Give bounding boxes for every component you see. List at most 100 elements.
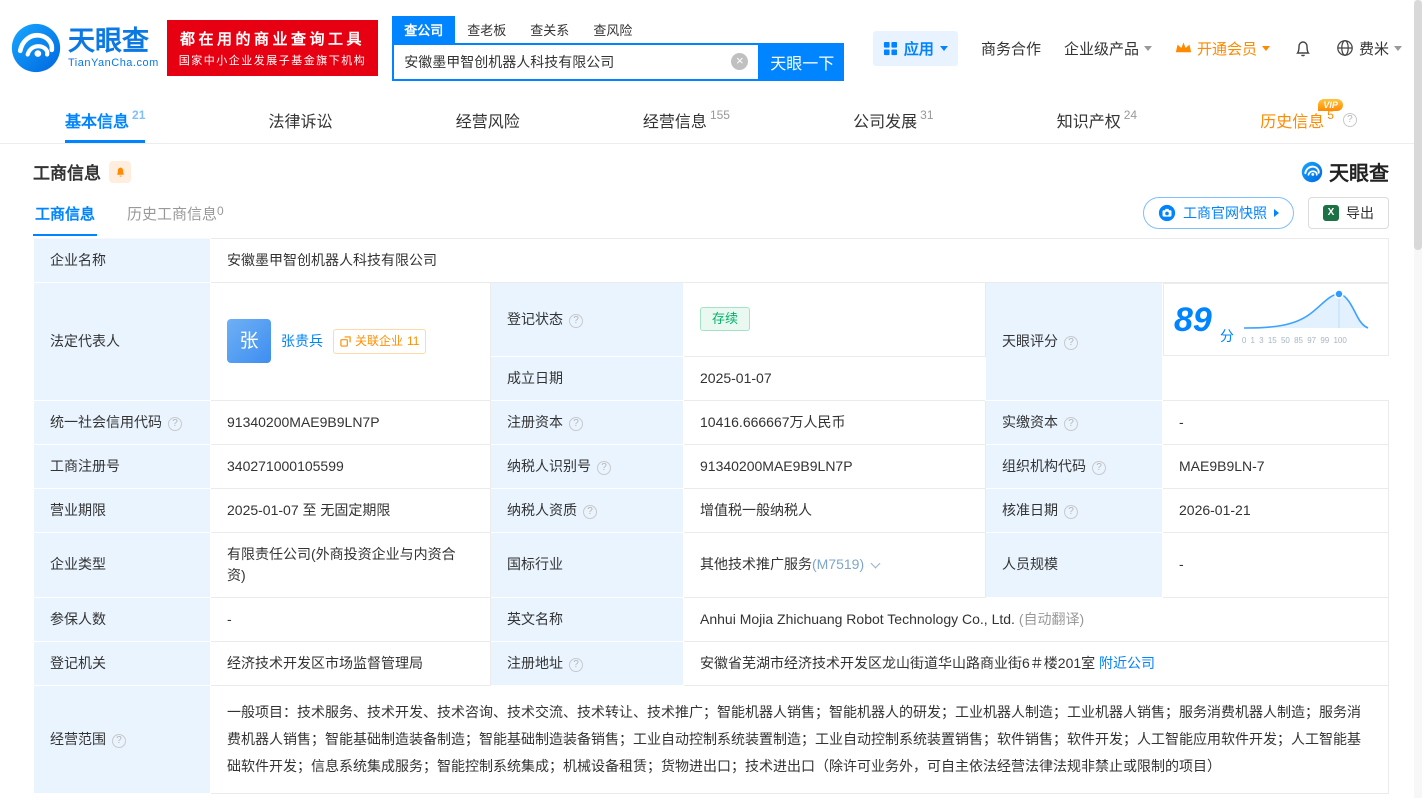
tab-company-development[interactable]: 公司发展 31: [853, 96, 933, 143]
subscribe-bell-button[interactable]: [109, 161, 131, 183]
user-menu[interactable]: 费米: [1336, 38, 1402, 59]
company-nav-tabs: 基本信息 21 法律诉讼 经营风险 经营信息 155 公司发展 31 知识产权 …: [0, 96, 1422, 144]
tab-company-development-label: 公司发展: [853, 108, 917, 132]
field-tax-quality-label: 纳税人资质: [491, 488, 684, 532]
help-icon[interactable]: [1343, 113, 1357, 127]
field-term-label: 营业期限: [34, 488, 211, 532]
search-button[interactable]: 天眼一下: [760, 43, 844, 81]
related-companies-label: 关联企业: [355, 331, 403, 352]
help-icon[interactable]: [1064, 505, 1078, 519]
field-english-name-value: Anhui Mojia Zhichuang Robot Technology C…: [684, 597, 1389, 641]
tab-operating-risk[interactable]: 经营风险: [456, 96, 520, 143]
score-number: 89: [1174, 303, 1212, 337]
field-staff-size-label: 人员规模: [986, 532, 1163, 597]
english-name-text: Anhui Mojia Zhichuang Robot Technology C…: [700, 611, 1015, 627]
field-paid-capital-value: -: [1163, 400, 1389, 444]
nearby-companies-link[interactable]: 附近公司: [1099, 655, 1155, 671]
tab-basic-info-label: 基本信息: [65, 108, 129, 132]
table-row: 企业类型 有限责任公司(外商投资企业与内资合资) 国标行业 其他技术推广服务(M…: [34, 532, 1389, 597]
help-icon[interactable]: [569, 658, 583, 672]
chevron-down-icon[interactable]: [871, 559, 881, 569]
notifications-button[interactable]: [1293, 38, 1313, 58]
field-tax-quality-value: 增值税一般纳税人: [684, 488, 986, 532]
related-companies-tag[interactable]: 关联企业 11: [333, 329, 426, 354]
tab-operating-info[interactable]: 经营信息 155: [643, 96, 730, 143]
tab-history-business-info[interactable]: 历史工商信息0: [125, 191, 226, 236]
chevron-down-icon: [1394, 46, 1402, 51]
field-english-name-label: 英文名称: [491, 597, 684, 641]
table-row: 法定代表人 张 张贵兵 关联企业 11 登记状态 存续 天眼评分 89 分: [34, 283, 1389, 357]
field-staff-size-value: -: [1163, 532, 1389, 597]
field-company-type-label: 企业类型: [34, 532, 211, 597]
field-address-value: 安徽省芜湖市经济技术开发区龙山街道华山路商业街6＃楼201室 附近公司: [684, 641, 1389, 685]
scrollbar-thumb[interactable]: [1414, 0, 1422, 250]
industry-code: (M7519): [812, 556, 864, 572]
help-icon[interactable]: [112, 734, 126, 748]
help-icon[interactable]: [1064, 417, 1078, 431]
tab-count: 31: [920, 108, 933, 122]
tab-intellectual-property[interactable]: 知识产权 24: [1057, 96, 1137, 143]
tab-business-info[interactable]: 工商信息: [33, 191, 97, 236]
promo-banner: 都在用的商业查询工具 国家中小企业发展子基金旗下机构: [167, 20, 379, 76]
section-header: 工商信息 天眼查: [0, 144, 1422, 190]
score-curve-chart[interactable]: 0 1 3 15 50 85 97 99 100: [1242, 288, 1370, 351]
related-companies-count: 11: [407, 331, 419, 352]
export-button[interactable]: 导出: [1308, 197, 1389, 229]
field-legal-rep-label: 法定代表人: [34, 283, 211, 401]
apps-menu-label: 应用: [904, 38, 934, 59]
field-industry-label: 国标行业: [491, 532, 684, 597]
score-axis-labels: 0 1 3 15 50 85 97 99 100: [1242, 330, 1370, 351]
tab-history-info[interactable]: VIP 历史信息 5: [1260, 96, 1357, 143]
help-icon[interactable]: [597, 461, 611, 475]
field-score-label: 天眼评分: [986, 283, 1163, 401]
open-vip-button[interactable]: 开通会员: [1175, 38, 1270, 59]
help-icon[interactable]: [569, 417, 583, 431]
bell-icon: [114, 165, 127, 178]
search-tab-risk[interactable]: 查风险: [581, 16, 644, 43]
business-cooperation-link[interactable]: 商务合作: [981, 38, 1041, 59]
tab-count: 0: [217, 204, 224, 218]
field-org-code-value: MAE9B9LN-7: [1163, 444, 1389, 488]
globe-icon: [1336, 39, 1354, 57]
tab-count: 5: [1327, 108, 1334, 122]
table-row: 统一社会信用代码 91340200MAE9B9LN7P 注册资本 10416.6…: [34, 400, 1389, 444]
score-unit: 分: [1220, 326, 1234, 347]
field-approval-label: 核准日期: [986, 488, 1163, 532]
table-row: 营业期限 2025-01-07 至 无固定期限 纳税人资质 增值税一般纳税人 核…: [34, 488, 1389, 532]
tianyancha-logo-icon: [10, 22, 62, 74]
business-info-subtabs: 工商信息 历史工商信息0 工商官网快照 导出: [0, 190, 1422, 236]
field-insured-value: -: [211, 597, 491, 641]
tab-basic-info[interactable]: 基本信息 21: [65, 96, 145, 143]
apps-menu-button[interactable]: 应用: [873, 31, 958, 66]
enterprise-products-menu[interactable]: 企业级产品: [1064, 38, 1152, 59]
field-established-label: 成立日期: [491, 356, 684, 400]
field-tax-id-label: 纳税人识别号: [491, 444, 684, 488]
camera-icon: [1158, 204, 1176, 222]
company-search-input[interactable]: [394, 54, 731, 70]
tianyancha-logo[interactable]: 天眼查 TianYanCha.com: [10, 22, 159, 74]
help-icon[interactable]: [583, 505, 597, 519]
field-score-value: 89 分 0 1 3 15 50 85 97 99 100: [1163, 283, 1389, 356]
legal-rep-link[interactable]: 张贵兵: [281, 331, 323, 352]
open-vip-label: 开通会员: [1197, 38, 1257, 59]
help-icon[interactable]: [1064, 336, 1078, 350]
field-term-value: 2025-01-07 至 无固定期限: [211, 488, 491, 532]
search-tab-boss[interactable]: 查老板: [455, 16, 518, 43]
table-row: 经营范围 一般项目：技术服务、技术开发、技术咨询、技术交流、技术转让、技术推广；…: [34, 685, 1389, 793]
official-snapshot-button[interactable]: 工商官网快照: [1143, 197, 1294, 229]
help-icon[interactable]: [569, 314, 583, 328]
search-tab-relation[interactable]: 查关系: [518, 16, 581, 43]
field-industry-value: 其他技术推广服务(M7519): [684, 532, 986, 597]
vertical-scrollbar[interactable]: [1414, 0, 1422, 798]
field-company-name-value: 安徽墨甲智创机器人科技有限公司: [211, 239, 1389, 283]
search-tab-company[interactable]: 查公司: [392, 16, 455, 43]
avatar[interactable]: 张: [227, 319, 271, 363]
business-cooperation-label: 商务合作: [981, 38, 1041, 59]
tianyancha-watermark: 天眼查: [1301, 157, 1389, 186]
tab-legal-proceedings[interactable]: 法律诉讼: [269, 96, 333, 143]
field-reg-status-value: 存续: [684, 283, 986, 357]
help-icon[interactable]: [1092, 461, 1106, 475]
tab-count: 155: [710, 108, 730, 122]
clear-icon[interactable]: [731, 53, 748, 70]
help-icon[interactable]: [168, 417, 182, 431]
